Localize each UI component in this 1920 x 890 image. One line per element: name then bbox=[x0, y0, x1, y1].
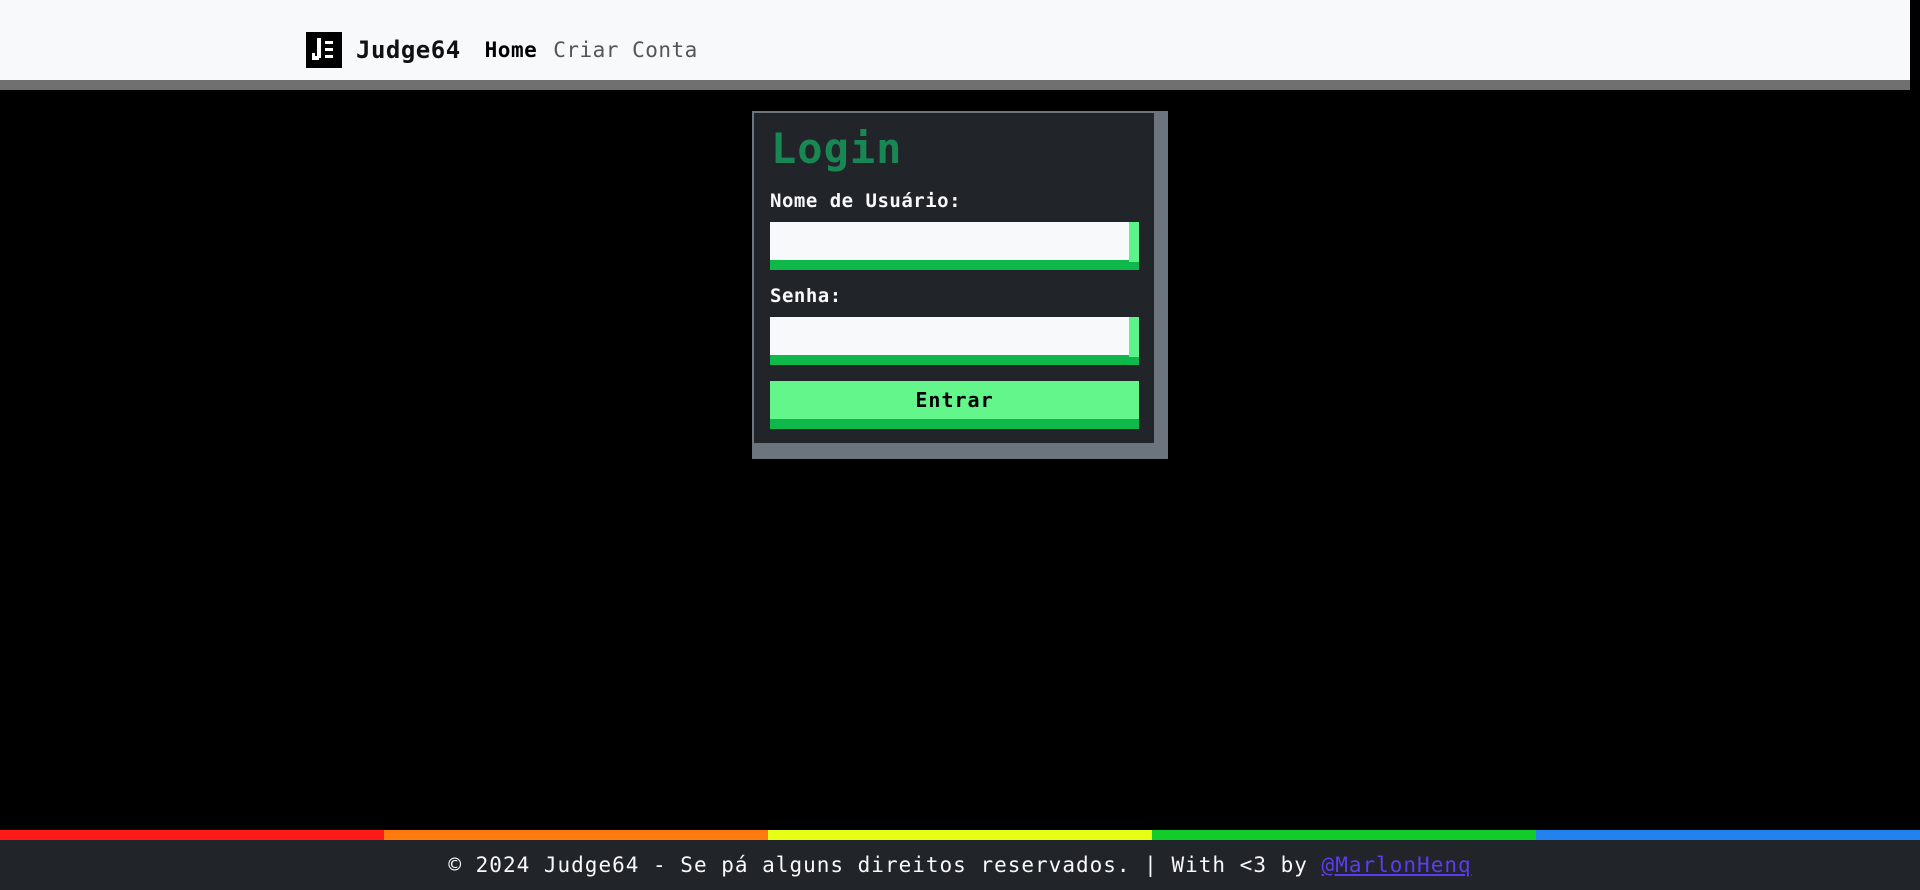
footer-copyright: © 2024 Judge64 - Se pá alguns direitos r… bbox=[448, 853, 1308, 877]
password-field-wrapper bbox=[770, 317, 1139, 365]
password-input-edge bbox=[1129, 317, 1139, 357]
rainbow-stripe-orange bbox=[384, 830, 768, 840]
password-label: Senha: bbox=[770, 285, 842, 307]
username-field-wrapper bbox=[770, 222, 1139, 270]
rainbow-divider bbox=[0, 830, 1920, 840]
brand-name: Judge64 bbox=[356, 36, 461, 64]
username-label: Nome de Usuário: bbox=[770, 190, 962, 212]
submit-button[interactable]: Entrar bbox=[770, 381, 1139, 429]
username-input-edge bbox=[1129, 222, 1139, 262]
login-card-body: Login Nome de Usuário: Senha: Entrar bbox=[754, 113, 1154, 443]
footer-author-link[interactable]: @MarlonHenq bbox=[1322, 853, 1472, 877]
rainbow-stripe-blue bbox=[1536, 830, 1920, 840]
brand-link[interactable]: Judge64 bbox=[306, 32, 461, 68]
navbar-content: Judge64 Home Criar Conta bbox=[306, 32, 716, 68]
judge64-logo-icon bbox=[306, 32, 342, 68]
login-card: Login Nome de Usuário: Senha: Entrar bbox=[752, 111, 1168, 459]
username-input[interactable] bbox=[770, 222, 1129, 260]
nav-link-criar-conta[interactable]: Criar Conta bbox=[553, 38, 698, 62]
rainbow-stripe-red bbox=[0, 830, 384, 840]
page-footer: © 2024 Judge64 - Se pá alguns direitos r… bbox=[0, 840, 1920, 890]
rainbow-stripe-green bbox=[1152, 830, 1536, 840]
submit-button-label: Entrar bbox=[770, 381, 1139, 419]
login-title: Login bbox=[771, 124, 903, 173]
nav-link-home[interactable]: Home bbox=[485, 38, 538, 62]
top-navbar: Judge64 Home Criar Conta bbox=[0, 0, 1910, 90]
password-input[interactable] bbox=[770, 317, 1129, 355]
rainbow-stripe-yellow bbox=[768, 830, 1152, 840]
